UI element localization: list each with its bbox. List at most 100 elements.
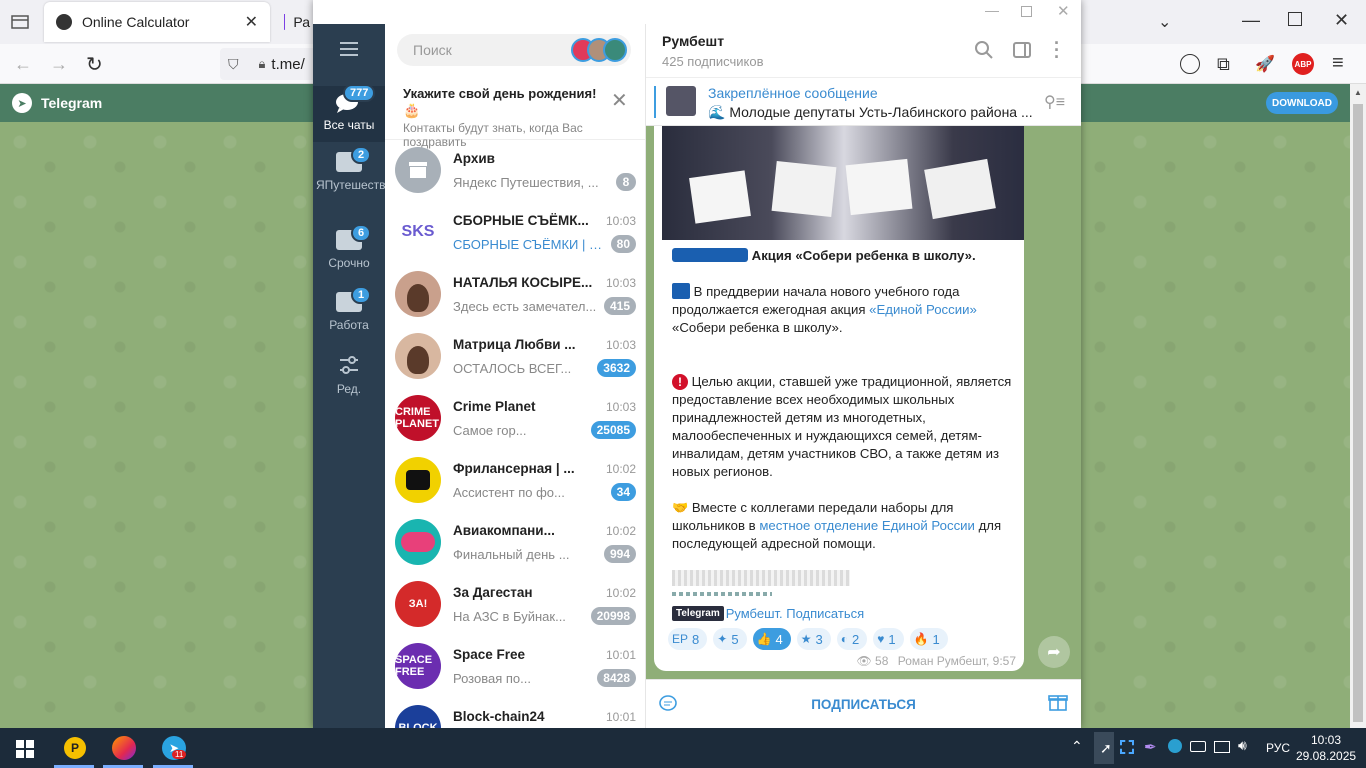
chat-row[interactable]: ЗА! За Дагестан 10:02 На АЗС в Буйнак... 209… [385, 574, 645, 636]
chat-row[interactable]: НАТАЛЬЯ КОСЫРЕ... 10:03 Здесь есть замечат… [385, 264, 645, 326]
chat-avatar [395, 457, 441, 503]
close-banner-icon[interactable]: ✕ [611, 88, 628, 113]
search-field[interactable]: Поиск [397, 34, 631, 66]
rocket-icon[interactable]: 🚀 [1255, 54, 1275, 74]
chat-row[interactable]: Авиакомпани... 10:02 Финальный день ... 994 [385, 512, 645, 574]
page-scrollbar[interactable]: ▲ [1350, 84, 1366, 728]
adblock-icon[interactable]: ABP [1292, 53, 1314, 75]
forward-share-icon[interactable]: ➦ [1038, 636, 1070, 668]
chat-time: 10:02 [605, 462, 636, 476]
chat-avatar [395, 147, 441, 193]
folder-badge: 6 [351, 224, 372, 242]
tab-overflow-chevron-icon[interactable]: ⌄ [1158, 12, 1171, 32]
chat-row[interactable]: SPACE FREE Space Free 10:01 Розовая по... 84… [385, 636, 645, 698]
volume-icon[interactable]: 🔊︎ [1238, 737, 1247, 754]
reaction-chip[interactable]: ✦ 5 [713, 628, 747, 650]
sidebar-toggle-icon[interactable] [1013, 42, 1031, 58]
spoiler-text[interactable] [672, 570, 850, 586]
folder-edit[interactable]: Ред. [313, 354, 385, 402]
chat-preview: ОСТАЛОСЬ ВСЕГ... [453, 361, 572, 376]
tg-minimize-icon[interactable]: — [985, 2, 999, 18]
unread-count: 34 [610, 483, 636, 501]
chat-row[interactable]: CRIME PLANET Crime Planet 10:03 Самое гор..… [385, 388, 645, 450]
back-arrow-icon[interactable]: ← [14, 54, 32, 75]
local-branch-link[interactable]: местное отделение Единой России [759, 518, 975, 533]
tab-list-icon[interactable] [10, 12, 30, 32]
unpin-icon[interactable]: ⚲≡ [1044, 92, 1065, 112]
chat-name: Block-chain24 [453, 709, 545, 724]
app-p-icon[interactable]: P [64, 737, 86, 759]
account-icon[interactable] [1180, 54, 1200, 74]
chat-row[interactable]: Фрилансерная | ... 10:02 Ассистент по фо..… [385, 450, 645, 512]
more-options-icon[interactable]: · · · [1054, 34, 1060, 66]
folder-badge: 2 [351, 146, 372, 164]
tg-close-icon[interactable]: ✕ [1057, 2, 1070, 20]
battery-icon[interactable] [1190, 741, 1206, 752]
chat-row[interactable]: Матрица Любви ... 10:03 ОСТАЛОСЬ ВСЕГ... 36… [385, 326, 645, 388]
windows-taskbar: P ➤ 11 ⌃ ➚ ✒ 🔊︎ РУС 10:03 29.08.2025 [0, 728, 1366, 768]
close-tab-icon[interactable]: ✕ [245, 12, 258, 32]
reaction-chip[interactable]: ЕР 8 [668, 628, 708, 650]
reaction-count: 1 [932, 631, 940, 647]
unread-count: 415 [603, 297, 636, 315]
pinned-message-bar[interactable]: Закреплённое сообщение 🌊 Молодые депутат… [646, 78, 1081, 126]
pinned-thumbnail [666, 86, 696, 116]
unread-count: 994 [603, 545, 636, 563]
clock[interactable]: 10:03 29.08.2025 [1296, 732, 1356, 764]
post-photo[interactable] [662, 126, 1024, 240]
search-input[interactable]: Поиск [413, 42, 452, 58]
language-indicator[interactable]: РУС [1266, 741, 1290, 755]
reload-icon[interactable]: ↻ [86, 52, 103, 77]
search-icon[interactable] [974, 40, 994, 63]
tray-chevron-icon[interactable]: ⌃ [1071, 738, 1083, 755]
telegram-logo-icon: ➤ [12, 93, 32, 113]
chat-row[interactable]: BLOCK Block-chain24 10:01 [385, 698, 645, 728]
folder-yaputeshestviya[interactable]: 2 ЯПутешествия [313, 146, 399, 216]
tab-title: Online Calculator [82, 14, 190, 30]
reaction-chip[interactable]: ♥ 1 [873, 628, 904, 650]
folder-rabota[interactable]: 1 Работа [313, 286, 385, 340]
reaction-chip[interactable]: 🔥 1 [909, 628, 948, 650]
stories-avatars[interactable] [571, 36, 629, 64]
gift-icon[interactable] [1048, 692, 1068, 715]
extensions-icon[interactable]: ⧉ [1217, 54, 1230, 75]
reaction-chip[interactable]: ◐ 2 [836, 628, 868, 650]
chat-row[interactable]: SKS СБОРНЫЕ СЪЁМК... 10:03 СБОРНЫЕ СЪЁМКИ |… [385, 202, 645, 264]
close-window-icon[interactable]: ✕ [1334, 10, 1349, 31]
hamburger-menu-icon[interactable] [338, 42, 360, 56]
subscribe-line[interactable]: Telegram Румбешт. Подписаться [672, 606, 864, 621]
folder-all-chats[interactable]: 777 Все чаты [313, 84, 385, 142]
birthday-banner[interactable]: Укажите свой день рождения! 🎂 Контакты б… [385, 78, 645, 149]
tab-online-calculator[interactable]: Online Calculator ✕ [44, 2, 270, 42]
telegram-window: — ✕ 777 Все чаты 2 ЯПутешествия 6 Срочно [313, 0, 1081, 728]
menu-icon[interactable]: ≡ [1332, 52, 1344, 75]
snipping-tool-icon[interactable] [1120, 740, 1134, 754]
restore-window-icon[interactable] [1288, 12, 1302, 26]
reaction-chip[interactable]: ★ 3 [796, 628, 831, 650]
views-eye-icon: 👁︎ [856, 654, 872, 668]
minimize-window-icon[interactable]: — [1242, 10, 1260, 31]
download-button[interactable]: DOWNLOAD [1266, 92, 1338, 114]
edge-app-icon[interactable] [1168, 739, 1182, 753]
firefox-icon[interactable] [112, 736, 136, 760]
pen-icon[interactable]: ✒ [1144, 738, 1157, 756]
address-bar[interactable]: ⛉ 🔒︎ t.me/ [220, 48, 316, 80]
subscribe-button[interactable]: ПОДПИСАТЬСЯ [646, 697, 1081, 712]
tracking-shield-icon[interactable]: ⛉ [228, 56, 239, 73]
channel-header[interactable]: Румбешт 425 подписчиков · · · [646, 24, 1081, 78]
united-russia-link[interactable]: «Единой России» [869, 302, 977, 317]
forward-arrow-icon[interactable]: → [50, 54, 68, 75]
tg-maximize-icon[interactable] [1021, 6, 1032, 17]
windows-start-icon[interactable] [16, 740, 34, 761]
subscribe-link[interactable]: Румбешт. Подписаться [726, 606, 864, 621]
reaction-chip[interactable]: 👍 4 [752, 628, 791, 650]
folder-srochno[interactable]: 6 Срочно [313, 224, 385, 278]
clock-time: 10:03 [1310, 733, 1342, 747]
network-icon[interactable] [1214, 741, 1230, 753]
chat-row[interactable]: Архив Яндекс Путешествия, ... 8 [385, 140, 645, 202]
folder-label: ЯПутешествия [316, 178, 399, 192]
unread-count: 8428 [597, 669, 636, 687]
author-time: Роман Румбешт, 9:57 [897, 654, 1016, 668]
clock-date: 29.08.2025 [1296, 749, 1357, 763]
folder-rail: 777 Все чаты 2 ЯПутешествия 6 Срочно 1 Р… [313, 24, 399, 728]
